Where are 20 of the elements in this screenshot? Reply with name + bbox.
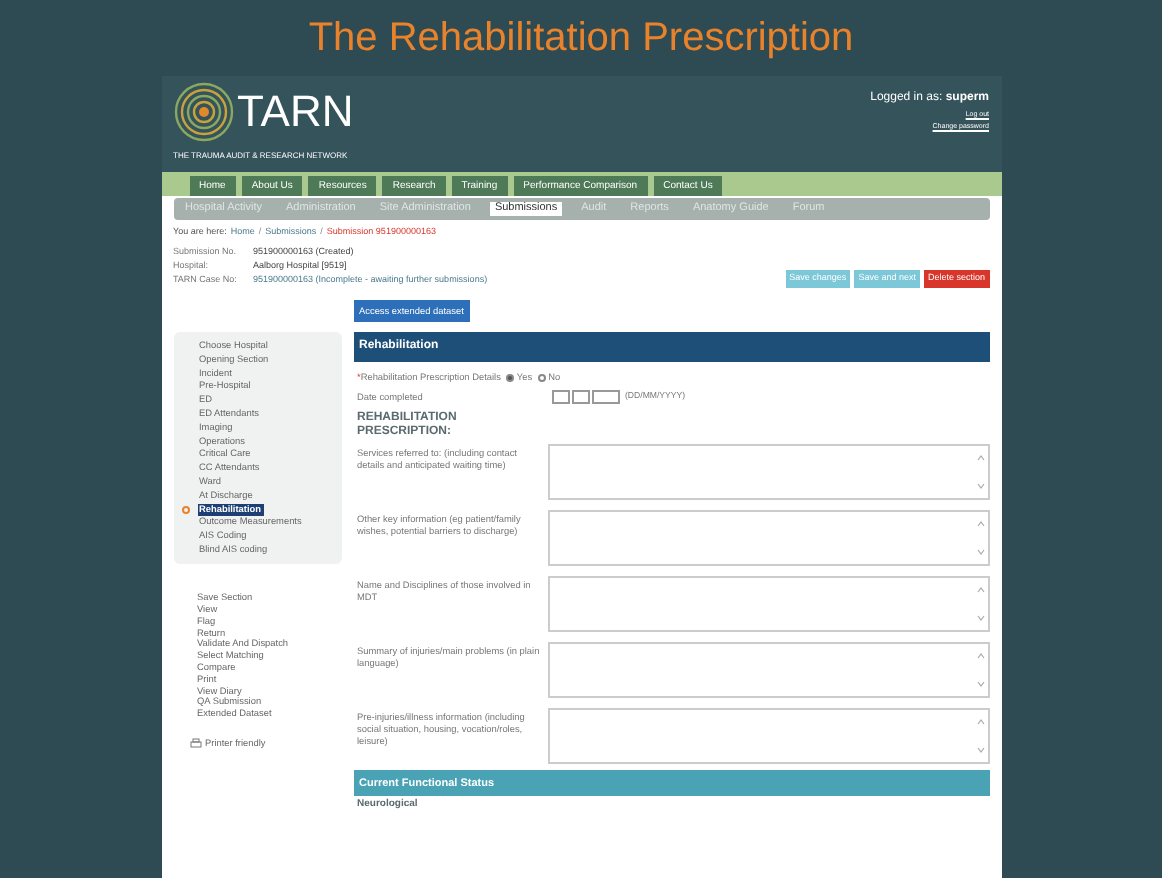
day-field[interactable] xyxy=(551,390,569,405)
text-area[interactable] xyxy=(547,576,989,633)
text-area[interactable] xyxy=(547,444,989,501)
text-area[interactable] xyxy=(547,510,989,567)
scroll-arrows-icon xyxy=(975,452,985,493)
radio-button[interactable] xyxy=(538,373,547,382)
site-logo-text: TARN xyxy=(237,90,354,134)
scroll-arrows-icon xyxy=(975,518,985,559)
year-field[interactable] xyxy=(591,390,619,405)
printer-icon xyxy=(189,737,201,750)
slide-title: The Rehabilitation Prescription xyxy=(308,14,854,64)
scroll-arrows-icon xyxy=(975,716,985,757)
scroll-arrows-icon xyxy=(975,650,985,691)
radio-button[interactable] xyxy=(506,373,515,382)
concentric-circles-logo-icon xyxy=(173,82,233,142)
month-field[interactable] xyxy=(571,390,589,405)
text-area[interactable] xyxy=(547,708,989,765)
scroll-arrows-icon xyxy=(975,584,985,625)
current-item-marker-icon xyxy=(181,505,189,514)
text-area[interactable] xyxy=(547,642,989,699)
